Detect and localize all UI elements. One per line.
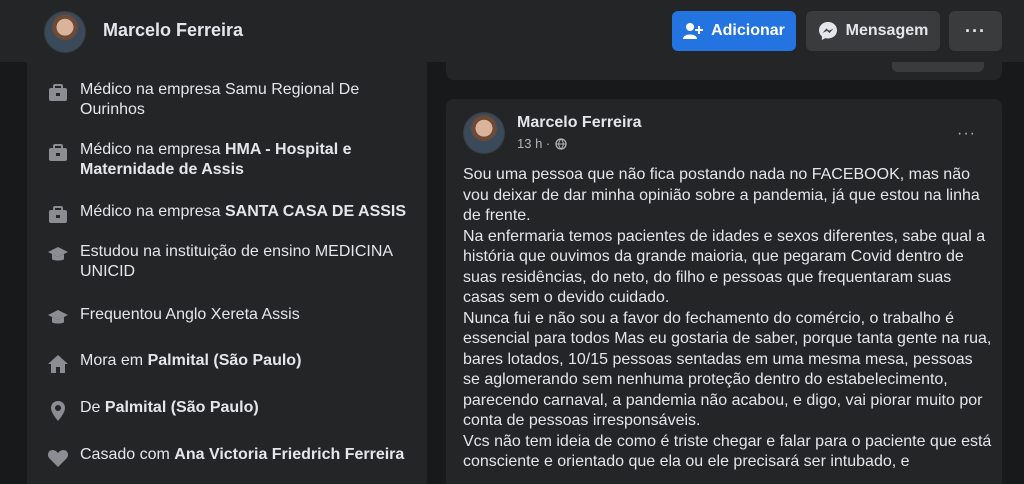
globe-icon bbox=[555, 137, 567, 150]
messenger-icon bbox=[818, 22, 837, 40]
post-text: Sou uma pessoa que não fica postando nad… bbox=[463, 165, 993, 473]
intro-link[interactable]: Ana Victoria Friedrich Ferreira bbox=[174, 446, 404, 463]
intro-item-work: Médico na empresa HMA - Hospital e Mater… bbox=[47, 140, 420, 180]
home-icon bbox=[48, 355, 68, 373]
graduation-cap-icon bbox=[48, 247, 68, 261]
intro-item-work: Médico na empresa Samu Regional De Ourin… bbox=[47, 80, 420, 120]
previous-post-button[interactable] bbox=[892, 62, 984, 72]
intro-item-relationship: Casado com Ana Victoria Friedrich Ferrei… bbox=[47, 445, 420, 469]
post-paragraph: Vcs não tem ideia de como é triste chega… bbox=[463, 432, 992, 471]
post-options-button[interactable]: ··· bbox=[957, 125, 976, 143]
intro-item-education: Frequentou Anglo Xereta Assis bbox=[47, 305, 420, 329]
profile-name[interactable]: Marcelo Ferreira bbox=[103, 20, 243, 41]
heart-icon bbox=[47, 450, 69, 467]
post-paragraph: Nunca fui e não sou a favor do fechament… bbox=[463, 309, 992, 430]
intro-item-lives-in: Mora em Palmital (São Paulo) bbox=[47, 351, 420, 375]
intro-item-from: De Palmital (São Paulo) bbox=[47, 398, 420, 422]
intro-link[interactable]: Palmital (São Paulo) bbox=[105, 399, 259, 416]
post-meta: 13 h · bbox=[517, 136, 567, 151]
more-dots-icon: ··· bbox=[965, 20, 986, 41]
intro-card: Médico na empresa Samu Regional De Ourin… bbox=[27, 62, 427, 484]
post-paragraph: Sou uma pessoa que não fica postando nad… bbox=[463, 166, 980, 224]
intro-link[interactable]: SANTA CASA DE ASSIS bbox=[225, 203, 406, 220]
briefcase-icon bbox=[49, 84, 67, 101]
message-button[interactable]: Mensagem bbox=[806, 11, 940, 51]
briefcase-icon bbox=[49, 144, 67, 161]
post-card: Marcelo Ferreira 13 h · ··· Sou uma pess… bbox=[446, 99, 1002, 484]
add-friend-button[interactable]: Adicionar bbox=[672, 11, 796, 51]
intro-link[interactable]: Palmital (São Paulo) bbox=[148, 352, 302, 369]
post-paragraph: Na enfermaria temos pacientes de idades … bbox=[463, 227, 986, 307]
previous-post-card bbox=[446, 62, 1002, 80]
profile-header: Marcelo Ferreira Adicionar Mensagem ··· bbox=[0, 0, 1024, 62]
more-options-button[interactable]: ··· bbox=[949, 11, 1002, 51]
post-timestamp[interactable]: 13 h · bbox=[517, 136, 550, 151]
briefcase-icon bbox=[49, 206, 67, 223]
message-button-label: Mensagem bbox=[845, 22, 929, 39]
avatar[interactable] bbox=[463, 112, 505, 154]
post-author[interactable]: Marcelo Ferreira bbox=[517, 114, 642, 132]
avatar[interactable] bbox=[44, 11, 86, 53]
add-person-icon bbox=[683, 23, 704, 39]
intro-item-education: Estudou na instituição de ensino MEDICIN… bbox=[47, 242, 420, 282]
location-pin-icon bbox=[51, 401, 65, 421]
graduation-cap-icon bbox=[48, 310, 68, 324]
intro-item-work: Médico na empresa SANTA CASA DE ASSIS bbox=[47, 202, 420, 226]
add-button-label: Adicionar bbox=[711, 22, 785, 39]
